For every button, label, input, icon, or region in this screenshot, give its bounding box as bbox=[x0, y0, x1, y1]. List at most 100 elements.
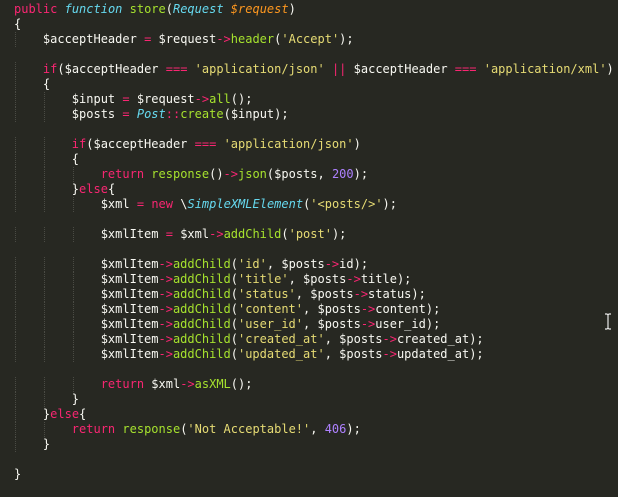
code-line[interactable]: $xmlItem->addChild('title', $posts->titl… bbox=[0, 272, 618, 287]
keyword: -> bbox=[223, 167, 238, 181]
variable: $xmlItem bbox=[100, 227, 159, 241]
code-line[interactable]: $input = $request->all(); bbox=[0, 92, 618, 107]
indent-guide bbox=[15, 167, 16, 182]
indentation bbox=[14, 272, 101, 286]
indentation bbox=[14, 437, 43, 451]
function-name: addChild bbox=[223, 227, 282, 241]
string-literal: 'Not Acceptable!' bbox=[187, 422, 311, 436]
code-line[interactable]: $xmlItem->addChild('content', $posts->co… bbox=[0, 302, 618, 317]
code-line[interactable]: return response('Not Acceptable!', 406); bbox=[0, 422, 618, 437]
punctuation: ) bbox=[606, 62, 614, 76]
indent-guide bbox=[15, 407, 16, 422]
code-line[interactable]: } bbox=[0, 467, 618, 482]
string-literal: 'application/xml' bbox=[483, 62, 607, 76]
indent-guide bbox=[15, 302, 16, 317]
code-line[interactable]: }else{ bbox=[0, 407, 618, 422]
punctuation: { bbox=[79, 407, 87, 421]
keyword: -> bbox=[382, 347, 397, 361]
variable: created_at bbox=[396, 332, 470, 346]
punctuation: () bbox=[209, 167, 224, 181]
variable: $posts bbox=[317, 302, 361, 316]
code-line[interactable] bbox=[0, 242, 618, 257]
string-literal: 'application/json' bbox=[223, 137, 354, 151]
code-line[interactable]: } bbox=[0, 437, 618, 452]
code-line[interactable] bbox=[0, 47, 618, 62]
keyword: = bbox=[122, 107, 130, 121]
keyword: -> bbox=[209, 227, 224, 241]
variable: $posts bbox=[310, 287, 354, 301]
indent-guide bbox=[72, 332, 74, 347]
variable: $posts bbox=[274, 167, 318, 181]
code-line[interactable]: $xmlItem = $xml->addChild('post'); bbox=[0, 227, 618, 242]
punctuation: ) bbox=[288, 2, 296, 16]
function-name: header bbox=[230, 32, 275, 46]
keyword: -> bbox=[360, 302, 376, 316]
punctuation: ); bbox=[346, 422, 361, 436]
keyword: = bbox=[136, 197, 145, 211]
code-line[interactable]: $xmlItem->addChild('status', $posts->sta… bbox=[0, 287, 618, 302]
code-line[interactable]: $xmlItem->addChild('user_id', $posts->us… bbox=[0, 317, 618, 332]
code-line[interactable] bbox=[0, 212, 618, 227]
code-line[interactable]: { bbox=[0, 17, 618, 32]
punctuation: ); bbox=[469, 347, 484, 361]
string-literal: 'Accept' bbox=[281, 32, 340, 46]
keyword: -> bbox=[158, 347, 173, 361]
code-line[interactable]: { bbox=[0, 77, 618, 92]
indent-guide bbox=[43, 137, 45, 152]
indent-guide bbox=[43, 92, 45, 107]
code-line[interactable]: $posts = Post::create($input); bbox=[0, 107, 618, 122]
variable: $xmlItem bbox=[100, 302, 159, 316]
indent-guide bbox=[72, 197, 74, 212]
variable: $xmlItem bbox=[100, 332, 159, 346]
string-literal: 'content' bbox=[237, 302, 304, 316]
variable: $acceptHeader bbox=[64, 62, 159, 76]
keyword: === bbox=[165, 62, 188, 76]
code-line[interactable]: return $xml->asXML(); bbox=[0, 377, 618, 392]
variable: $acceptHeader bbox=[353, 62, 448, 76]
code-line[interactable]: { bbox=[0, 152, 618, 167]
variable: $xml bbox=[100, 197, 130, 211]
text-cursor-icon bbox=[604, 313, 612, 330]
code-editor[interactable]: public function store(Request $request){… bbox=[0, 0, 618, 497]
variable: $xml bbox=[180, 227, 210, 241]
punctuation: ); bbox=[353, 257, 369, 271]
function-name: store bbox=[129, 2, 166, 16]
code-line[interactable]: $xmlItem->addChild('id', $posts->id); bbox=[0, 257, 618, 272]
indent-guide bbox=[72, 227, 74, 242]
code-line[interactable]: if($acceptHeader === 'application/json' … bbox=[0, 62, 618, 77]
indentation bbox=[14, 77, 43, 91]
indent-guide bbox=[15, 332, 16, 347]
variable: $xml bbox=[151, 377, 181, 391]
punctuation: ( bbox=[230, 347, 238, 361]
code-line[interactable]: $xmlItem->addChild('updated_at', $posts-… bbox=[0, 347, 618, 362]
function-name: response bbox=[151, 167, 210, 181]
keyword: if bbox=[42, 62, 58, 76]
code-line[interactable] bbox=[0, 362, 618, 377]
code-line[interactable]: $xml = new \SimpleXMLElement('<posts/>')… bbox=[0, 197, 618, 212]
indent-guide bbox=[15, 422, 16, 437]
punctuation: , bbox=[317, 167, 332, 181]
punctuation: ); bbox=[353, 167, 369, 181]
code-line[interactable]: }else{ bbox=[0, 182, 618, 197]
code-line[interactable]: } bbox=[0, 392, 618, 407]
code-line[interactable] bbox=[0, 452, 618, 467]
indent-guide bbox=[72, 257, 74, 272]
code-line[interactable]: $acceptHeader = $request->header('Accept… bbox=[0, 32, 618, 47]
code-line[interactable]: if($acceptHeader === 'application/json') bbox=[0, 137, 618, 152]
variable: $request bbox=[158, 32, 217, 46]
indent-guide bbox=[15, 77, 16, 92]
variable: $xmlItem bbox=[100, 317, 159, 331]
punctuation: ( bbox=[230, 317, 238, 331]
code-line[interactable]: $xmlItem->addChild('created_at', $posts-… bbox=[0, 332, 618, 347]
variable: $acceptHeader bbox=[93, 137, 188, 151]
code-line[interactable]: public function store(Request $request) bbox=[0, 2, 618, 17]
keyword: -> bbox=[158, 317, 173, 331]
code-line[interactable]: return response()->json($posts, 200); bbox=[0, 167, 618, 182]
variable: $posts bbox=[303, 272, 347, 286]
code-line[interactable] bbox=[0, 122, 618, 137]
punctuation: ( bbox=[230, 257, 238, 271]
variable: updated_at bbox=[396, 347, 470, 361]
punctuation: ); bbox=[425, 317, 441, 331]
